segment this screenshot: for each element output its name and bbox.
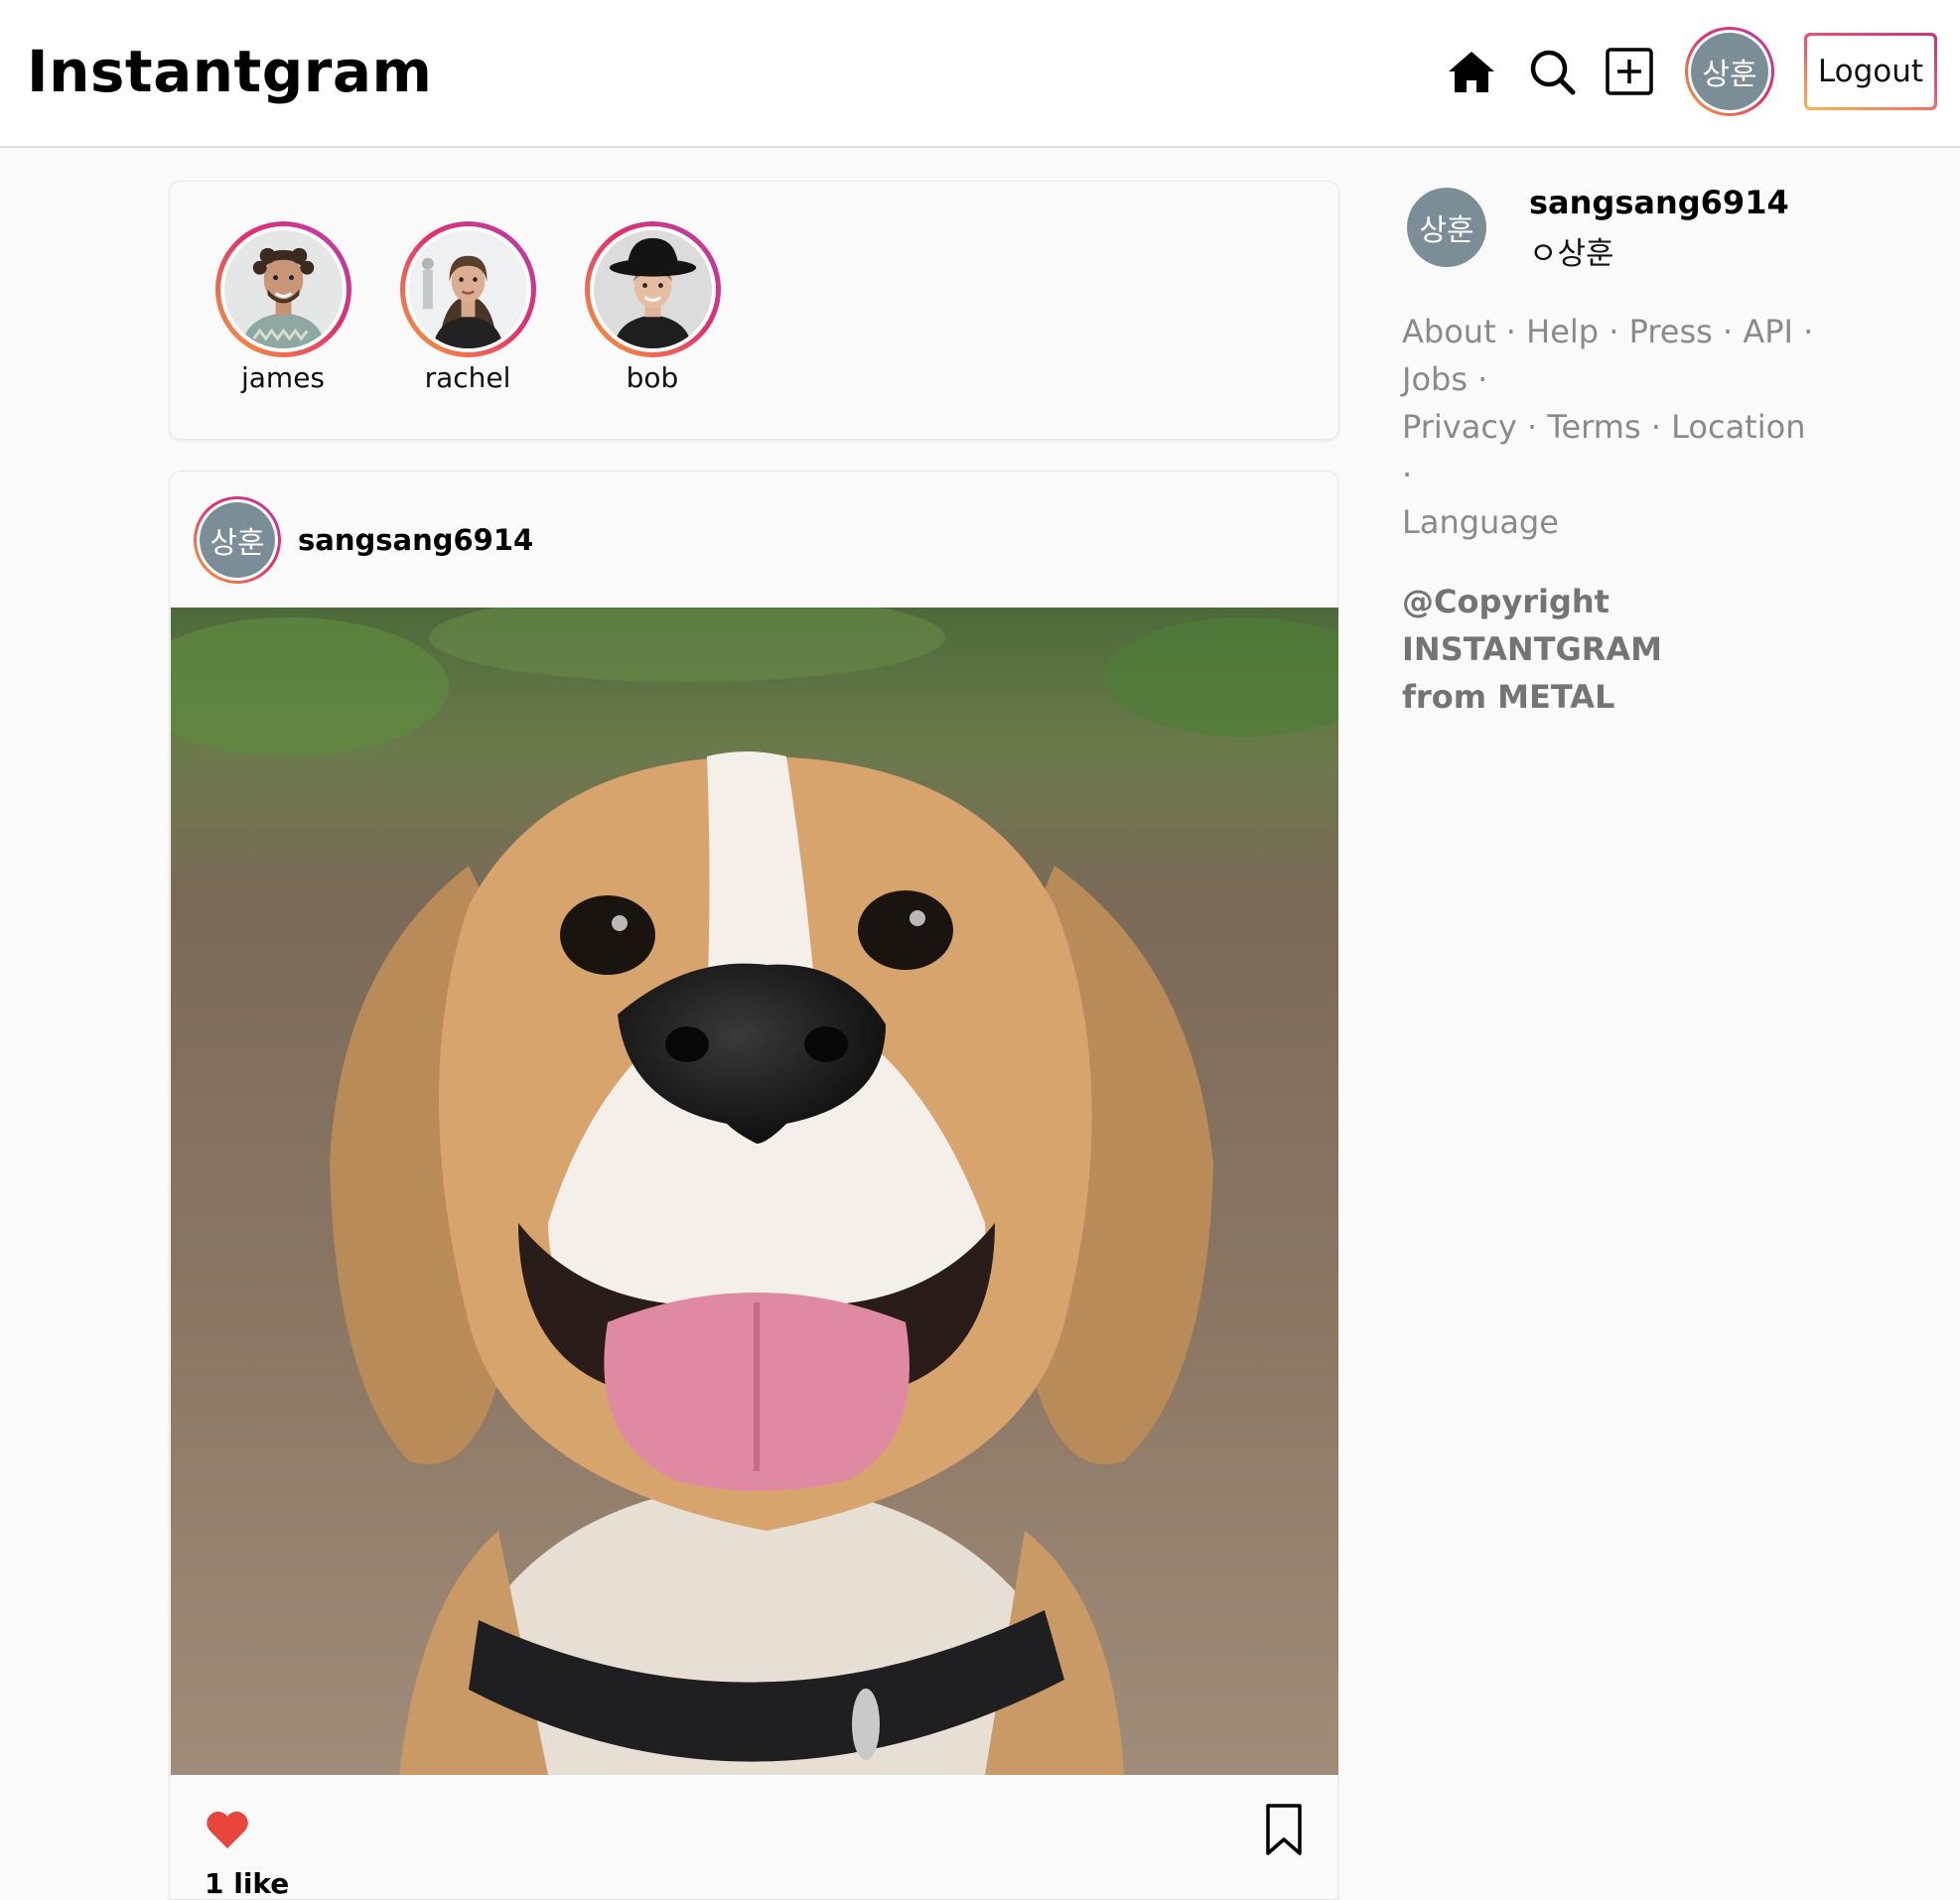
profile-avatar-button[interactable]: 상훈: [1685, 27, 1774, 116]
footer-link-terms[interactable]: Terms: [1547, 408, 1640, 446]
footer-separator: ·: [1609, 313, 1619, 350]
story-item-rachel[interactable]: rachel: [398, 221, 537, 394]
story-username: bob: [626, 361, 679, 394]
story-avatar: [408, 230, 527, 348]
copyright-line: INSTANTGRAM: [1402, 630, 1662, 668]
like-heart-icon[interactable]: [205, 1807, 250, 1852]
footer-links: About · Help · Press · API · Jobs · Priv…: [1402, 308, 1819, 546]
footer-link-press[interactable]: Press: [1629, 313, 1713, 350]
story-item-bob[interactable]: bob: [583, 221, 722, 394]
footer-row: About · Help · Press · API ·: [1402, 308, 1819, 355]
footer-separator: ·: [1402, 456, 1413, 493]
story-username: rachel: [424, 361, 511, 394]
post-author-username[interactable]: sangsang6914: [298, 523, 533, 557]
copyright-line: from METAL: [1402, 678, 1615, 716]
footer-link-privacy[interactable]: Privacy: [1402, 408, 1517, 446]
copyright-line: @Copyright: [1402, 583, 1610, 620]
footer-link-jobs[interactable]: Jobs: [1402, 360, 1468, 398]
footer-link-help[interactable]: Help: [1526, 313, 1599, 350]
app-logo[interactable]: Instantgram: [27, 32, 432, 111]
footer-row: Privacy · Terms · Location: [1402, 403, 1819, 451]
post-author-avatar[interactable]: 상훈: [194, 496, 281, 584]
footer-link-about[interactable]: About: [1402, 313, 1496, 350]
top-header: Instantgram 상훈 Logout: [0, 0, 1960, 148]
footer-separator: ·: [1477, 360, 1488, 398]
post-photo: [171, 608, 1338, 1775]
footer-row: Jobs ·: [1402, 355, 1819, 403]
sidebar-display-name: ㅇ상훈: [1529, 236, 1614, 272]
copyright-notice: @Copyright INSTANTGRAM from METAL: [1402, 578, 1819, 721]
footer-separator: ·: [1803, 313, 1814, 350]
story-avatar: [593, 230, 712, 348]
post-like-count: 1 like: [205, 1867, 290, 1900]
footer-separator: ·: [1722, 313, 1734, 350]
avatar: 상훈: [200, 502, 275, 578]
footer-separator: ·: [1527, 408, 1538, 446]
avatar: 상훈: [1691, 33, 1768, 110]
footer-separator: ·: [1505, 313, 1516, 350]
footer-row: ·: [1402, 451, 1819, 498]
search-icon[interactable]: [1524, 44, 1580, 99]
footer-separator: ·: [1650, 408, 1661, 446]
story-item-james[interactable]: james: [213, 221, 352, 394]
home-icon[interactable]: [1444, 44, 1499, 99]
logout-button[interactable]: Logout: [1807, 36, 1934, 107]
story-username: james: [240, 361, 326, 394]
sidebar-username[interactable]: sangsang6914: [1529, 184, 1789, 221]
sidebar-avatar[interactable]: 상훈: [1407, 188, 1486, 267]
footer-link-language[interactable]: Language: [1402, 503, 1559, 541]
stories-bar: james rachel bob: [169, 181, 1339, 440]
footer-link-api[interactable]: API: [1743, 313, 1793, 350]
bookmark-icon[interactable]: [1260, 1802, 1308, 1857]
logout-button-border: Logout: [1804, 33, 1937, 110]
new-post-icon[interactable]: [1602, 44, 1657, 99]
story-avatar: [223, 230, 343, 348]
footer-row: Language: [1402, 498, 1819, 546]
post-card: 상훈 sangsang6914 1 like: [169, 471, 1338, 1900]
footer-link-location[interactable]: Location: [1671, 408, 1805, 446]
